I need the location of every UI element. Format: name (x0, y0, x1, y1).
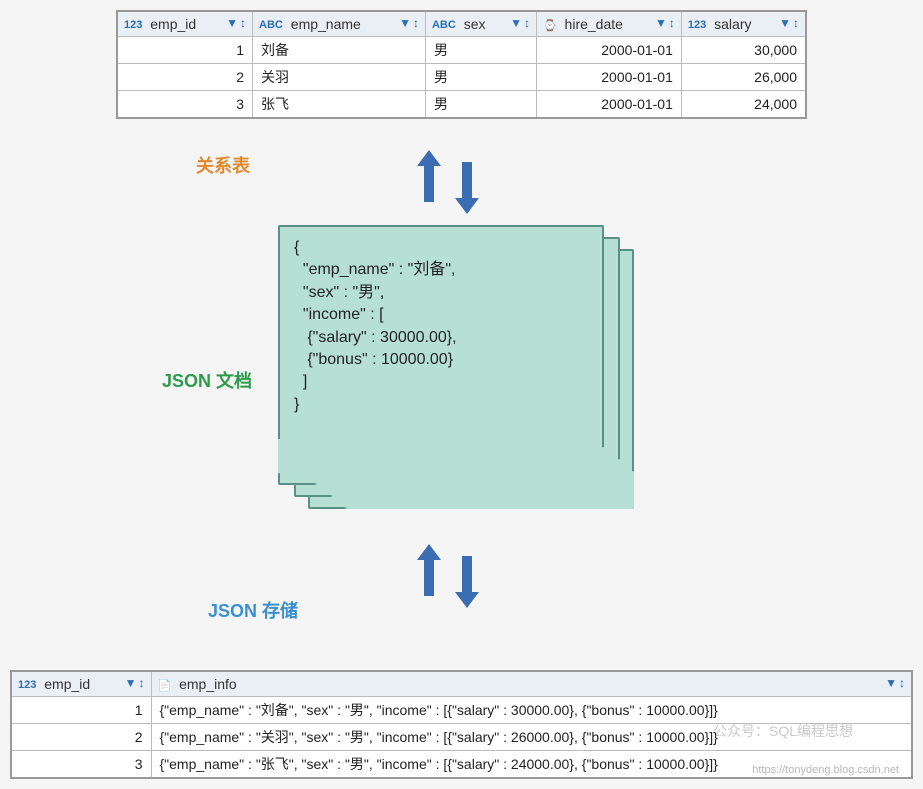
table-row[interactable]: 1 刘备 男 2000-01-01 30,000 (117, 37, 806, 64)
type-number-icon: 123 (124, 19, 142, 31)
col-emp-info[interactable]: 📄 emp_info ▼↕ (151, 671, 912, 697)
col-hire-date[interactable]: ⌚ hire_date ▼↕ (536, 11, 681, 37)
cell-hire-date: 2000-01-01 (536, 91, 681, 119)
cell-emp-name: 关羽 (253, 64, 426, 91)
label-relational-table: 关系表 (196, 152, 250, 178)
col-label: emp_name (291, 16, 361, 32)
cell-salary: 26,000 (681, 64, 806, 91)
arrow-up-icon (420, 544, 438, 608)
json-document-stack: { "emp_name" : "刘备", "sex" : "男", "incom… (278, 225, 638, 525)
cell-emp-id: 3 (117, 91, 253, 119)
relational-table-wrapper: 123 emp_id ▼↕ ABC emp_name ▼↕ ABC sex ▼↕… (116, 10, 807, 119)
label-json-storage: JSON 存储 (208, 597, 298, 623)
type-date-icon: ⌚ (543, 20, 557, 32)
col-label: sex (464, 16, 486, 32)
table-row[interactable]: 3 张飞 男 2000-01-01 24,000 (117, 91, 806, 119)
cell-salary: 30,000 (681, 37, 806, 64)
table-row[interactable]: 1 {"emp_name" : "刘备", "sex" : "男", "inco… (11, 697, 912, 724)
filter-icon[interactable]: ▼ (399, 16, 411, 30)
col-salary[interactable]: 123 salary ▼↕ (681, 11, 806, 37)
sort-icon[interactable]: ↕ (793, 16, 799, 30)
col-emp-id[interactable]: 123 emp_id ▼↕ (117, 11, 253, 37)
cell-sex: 男 (425, 37, 536, 64)
cell-emp-name: 刘备 (253, 37, 426, 64)
arrows-bottom (420, 544, 476, 608)
document-sheet-front: { "emp_name" : "刘备", "sex" : "男", "incom… (278, 225, 604, 485)
cell-emp-info: {"emp_name" : "刘备", "sex" : "男", "income… (151, 697, 912, 724)
col-emp-name[interactable]: ABC emp_name ▼↕ (253, 11, 426, 37)
label-json-document: JSON 文档 (162, 367, 252, 393)
col-label: hire_date (565, 16, 623, 32)
sort-icon[interactable]: ↕ (524, 16, 530, 30)
filter-icon[interactable]: ▼ (885, 676, 897, 690)
col-label: salary (714, 16, 751, 32)
table-row[interactable]: 2 关羽 男 2000-01-01 26,000 (117, 64, 806, 91)
sort-icon[interactable]: ↕ (139, 676, 145, 690)
cell-emp-id: 1 (117, 37, 253, 64)
json-storage-table-wrapper: 123 emp_id ▼↕ 📄 emp_info ▼↕ 1 {"emp_name… (10, 670, 913, 779)
cell-salary: 24,000 (681, 91, 806, 119)
cell-emp-name: 张飞 (253, 91, 426, 119)
type-number-icon: 123 (688, 19, 706, 31)
cell-emp-id: 2 (117, 64, 253, 91)
cell-sex: 男 (425, 64, 536, 91)
cell-emp-id: 3 (11, 751, 151, 779)
col-label: emp_id (150, 16, 196, 32)
arrow-down-icon (458, 544, 476, 608)
col-label: emp_info (179, 676, 237, 692)
relational-table: 123 emp_id ▼↕ ABC emp_name ▼↕ ABC sex ▼↕… (116, 10, 807, 119)
arrows-top (420, 150, 476, 214)
cell-emp-id: 2 (11, 724, 151, 751)
col-label: emp_id (44, 676, 90, 692)
type-text-icon: ABC (259, 19, 283, 31)
cell-sex: 男 (425, 91, 536, 119)
cell-hire-date: 2000-01-01 (536, 37, 681, 64)
arrow-up-icon (420, 150, 438, 214)
type-json-icon: 📄 (158, 680, 172, 692)
table-header-row: 123 emp_id ▼↕ 📄 emp_info ▼↕ (11, 671, 912, 697)
col-emp-id[interactable]: 123 emp_id ▼↕ (11, 671, 151, 697)
col-sex[interactable]: ABC sex ▼↕ (425, 11, 536, 37)
table-header-row: 123 emp_id ▼↕ ABC emp_name ▼↕ ABC sex ▼↕… (117, 11, 806, 37)
json-document-text: { "emp_name" : "刘备", "sex" : "男", "incom… (280, 227, 602, 426)
cell-hire-date: 2000-01-01 (536, 64, 681, 91)
sort-icon[interactable]: ↕ (669, 16, 675, 30)
filter-icon[interactable]: ▼ (226, 16, 238, 30)
sort-icon[interactable]: ↕ (899, 676, 905, 690)
arrow-down-icon (458, 150, 476, 214)
cell-emp-id: 1 (11, 697, 151, 724)
watermark-source: 公众号：SQL编程思想 (713, 721, 853, 741)
watermark-url: https://tonydeng.blog.csdn.net (752, 764, 899, 776)
filter-icon[interactable]: ▼ (779, 16, 791, 30)
filter-icon[interactable]: ▼ (510, 16, 522, 30)
type-text-icon: ABC (432, 19, 456, 31)
sort-icon[interactable]: ↕ (413, 16, 419, 30)
type-number-icon: 123 (18, 679, 36, 691)
sort-icon[interactable]: ↕ (240, 16, 246, 30)
filter-icon[interactable]: ▼ (655, 16, 667, 30)
filter-icon[interactable]: ▼ (125, 676, 137, 690)
